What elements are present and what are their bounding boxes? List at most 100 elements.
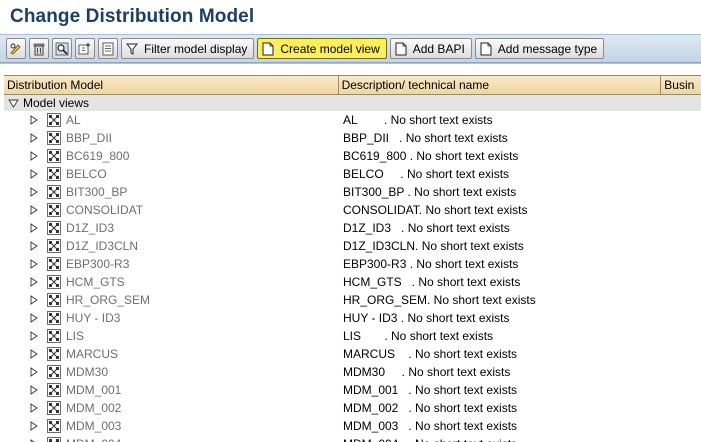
model-view-row[interactable]: EBP300-R3 EBP300-R3 . No short text exist… (4, 255, 701, 273)
model-view-name[interactable]: BBP_DII (66, 129, 112, 147)
model-views-group[interactable]: Model views (4, 95, 701, 111)
model-view-name[interactable]: D1Z_ID3CLN (66, 237, 138, 255)
model-view-name[interactable]: HR_ORG_SEM (66, 291, 150, 309)
model-view-row[interactable]: MARCUS MARCUS . No short text exists (4, 345, 701, 363)
expand-triangle-icon[interactable] (30, 295, 38, 305)
model-view-row[interactable]: HCM_GTS HCM_GTS . No short text exists (4, 273, 701, 291)
model-view-row[interactable]: MDM_003 MDM_003 . No short text exists (4, 417, 701, 435)
model-view-icon (47, 167, 61, 181)
filter-model-display-button[interactable]: Filter model display (121, 38, 255, 59)
filter-model-display-label: Filter model display (144, 41, 248, 56)
add-node-icon (78, 42, 90, 54)
model-view-name[interactable]: CONSOLIDAT (66, 201, 143, 219)
model-view-description: BC619_800 . No short text exists (343, 149, 519, 163)
new-document-icon (395, 42, 407, 55)
column-header-row: Distribution Model Description/ technica… (4, 75, 701, 95)
add-message-type-button[interactable]: Add message type (474, 38, 605, 59)
expand-triangle-icon[interactable] (30, 313, 38, 323)
model-view-row[interactable]: MDM30 MDM30 . No short text exists (4, 363, 701, 381)
model-view-icon (47, 419, 61, 433)
model-view-row[interactable]: CONSOLIDAT CONSOLIDAT. No short text exis… (4, 201, 701, 219)
model-view-name[interactable]: MARCUS (66, 345, 118, 363)
model-view-description: HR_ORG_SEM. No short text exists (343, 293, 536, 307)
model-view-icon (47, 437, 61, 442)
create-model-view-button[interactable]: Create model view (257, 38, 387, 59)
model-view-description: BELCO . No short text exists (343, 167, 510, 181)
model-view-icon (47, 113, 61, 127)
column-header-distribution-model[interactable]: Distribution Model (4, 76, 339, 94)
expand-triangle-icon[interactable] (30, 277, 38, 287)
expand-triangle-icon[interactable] (30, 331, 38, 341)
model-view-name[interactable]: D1Z_ID3 (66, 219, 114, 237)
model-view-row[interactable]: D1Z_ID3CLN D1Z_ID3CLN. No short text exis… (4, 237, 701, 255)
model-view-name[interactable]: LIS (66, 327, 84, 345)
model-view-list: AL AL . No short text exists BBP_DII BBP_DI… (4, 111, 701, 442)
model-view-icon (47, 365, 61, 379)
expand-triangle-icon[interactable] (30, 169, 38, 179)
model-view-name[interactable]: BELCO (66, 165, 107, 183)
model-view-row[interactable]: BC619_800 BC619_800 . No short text exist… (4, 147, 701, 165)
model-view-icon (47, 293, 61, 307)
model-view-row[interactable]: MDM_002 MDM_002 . No short text exists (4, 399, 701, 417)
model-view-icon (47, 149, 61, 163)
model-view-icon (47, 131, 61, 145)
model-view-row[interactable]: MDM_004 MDM_004 . No short text exists (4, 435, 701, 442)
expand-triangle-icon[interactable] (30, 241, 38, 251)
expand-triangle-icon[interactable] (30, 151, 38, 161)
model-view-name[interactable]: MDM_002 (66, 399, 121, 417)
model-view-icon (47, 221, 61, 235)
model-view-name[interactable]: MDM_003 (66, 417, 121, 435)
expand-triangle-icon[interactable] (30, 187, 38, 197)
add-node-button[interactable] (75, 38, 95, 59)
filter-icon (126, 43, 138, 55)
model-view-name[interactable]: BIT300_BP (66, 183, 127, 201)
model-view-name[interactable]: MDM30 (66, 363, 108, 381)
expand-triangle-icon[interactable] (30, 421, 38, 431)
model-view-icon (47, 311, 61, 325)
model-view-name[interactable]: HUY - ID3 (66, 309, 120, 327)
model-view-icon (47, 185, 61, 199)
new-document-icon (262, 42, 274, 55)
model-view-name[interactable]: MDM_001 (66, 381, 121, 399)
model-view-row[interactable]: LIS LIS . No short text exists (4, 327, 701, 345)
delete-button[interactable] (29, 38, 49, 59)
expand-triangle-icon[interactable] (30, 223, 38, 233)
model-views-label: Model views (23, 96, 90, 110)
change-display-button[interactable] (6, 38, 26, 59)
model-view-name[interactable]: AL (66, 111, 81, 129)
column-header-description[interactable]: Description/ technical name (339, 76, 662, 94)
trash-icon (33, 43, 45, 55)
model-view-description: EBP300-R3 . No short text exists (343, 257, 519, 271)
find-button[interactable] (52, 38, 72, 59)
model-view-icon (47, 275, 61, 289)
model-view-row[interactable]: BBP_DII BBP_DII . No short text exists (4, 129, 701, 147)
display-list-button[interactable] (98, 38, 118, 59)
expand-triangle-icon[interactable] (30, 205, 38, 215)
expand-triangle-icon[interactable] (30, 349, 38, 359)
model-view-description: MDM_001 . No short text exists (343, 383, 518, 397)
expand-triangle-icon[interactable] (30, 133, 38, 143)
add-bapi-button[interactable]: Add BAPI (389, 38, 472, 59)
model-view-row[interactable]: D1Z_ID3 D1Z_ID3 . No short text exists (4, 219, 701, 237)
expand-triangle-icon[interactable] (30, 115, 38, 125)
model-view-description: MDM_004 . No short text exists (343, 435, 517, 442)
model-view-row[interactable]: HUY - ID3 HUY - ID3 . No short text exist… (4, 309, 701, 327)
model-view-name[interactable]: MDM_004 (66, 435, 121, 442)
model-view-name[interactable]: BC619_800 (66, 147, 129, 165)
expand-triangle-icon[interactable] (30, 367, 38, 377)
expand-triangle-icon[interactable] (30, 259, 38, 269)
expand-triangle-icon[interactable] (30, 385, 38, 395)
model-view-row[interactable]: BELCO BELCO . No short text exists (4, 165, 701, 183)
model-view-description: MARCUS . No short text exists (343, 347, 518, 361)
model-view-row[interactable]: MDM_001 MDM_001 . No short text exists (4, 381, 701, 399)
expand-triangle-icon[interactable] (30, 403, 38, 413)
column-header-business[interactable]: Busin (661, 76, 701, 94)
model-view-row[interactable]: BIT300_BP BIT300_BP . No short text exist… (4, 183, 701, 201)
model-view-description: MDM_003 . No short text exists (343, 419, 518, 433)
title-bar: Change Distribution Model (0, 0, 701, 34)
model-view-row[interactable]: HR_ORG_SEM HR_ORG_SEM. No short text exis… (4, 291, 701, 309)
model-view-row[interactable]: AL AL . No short text exists (4, 111, 701, 129)
collapse-triangle-icon[interactable] (8, 99, 19, 108)
model-view-name[interactable]: HCM_GTS (66, 273, 125, 291)
model-view-name[interactable]: EBP300-R3 (66, 255, 129, 273)
